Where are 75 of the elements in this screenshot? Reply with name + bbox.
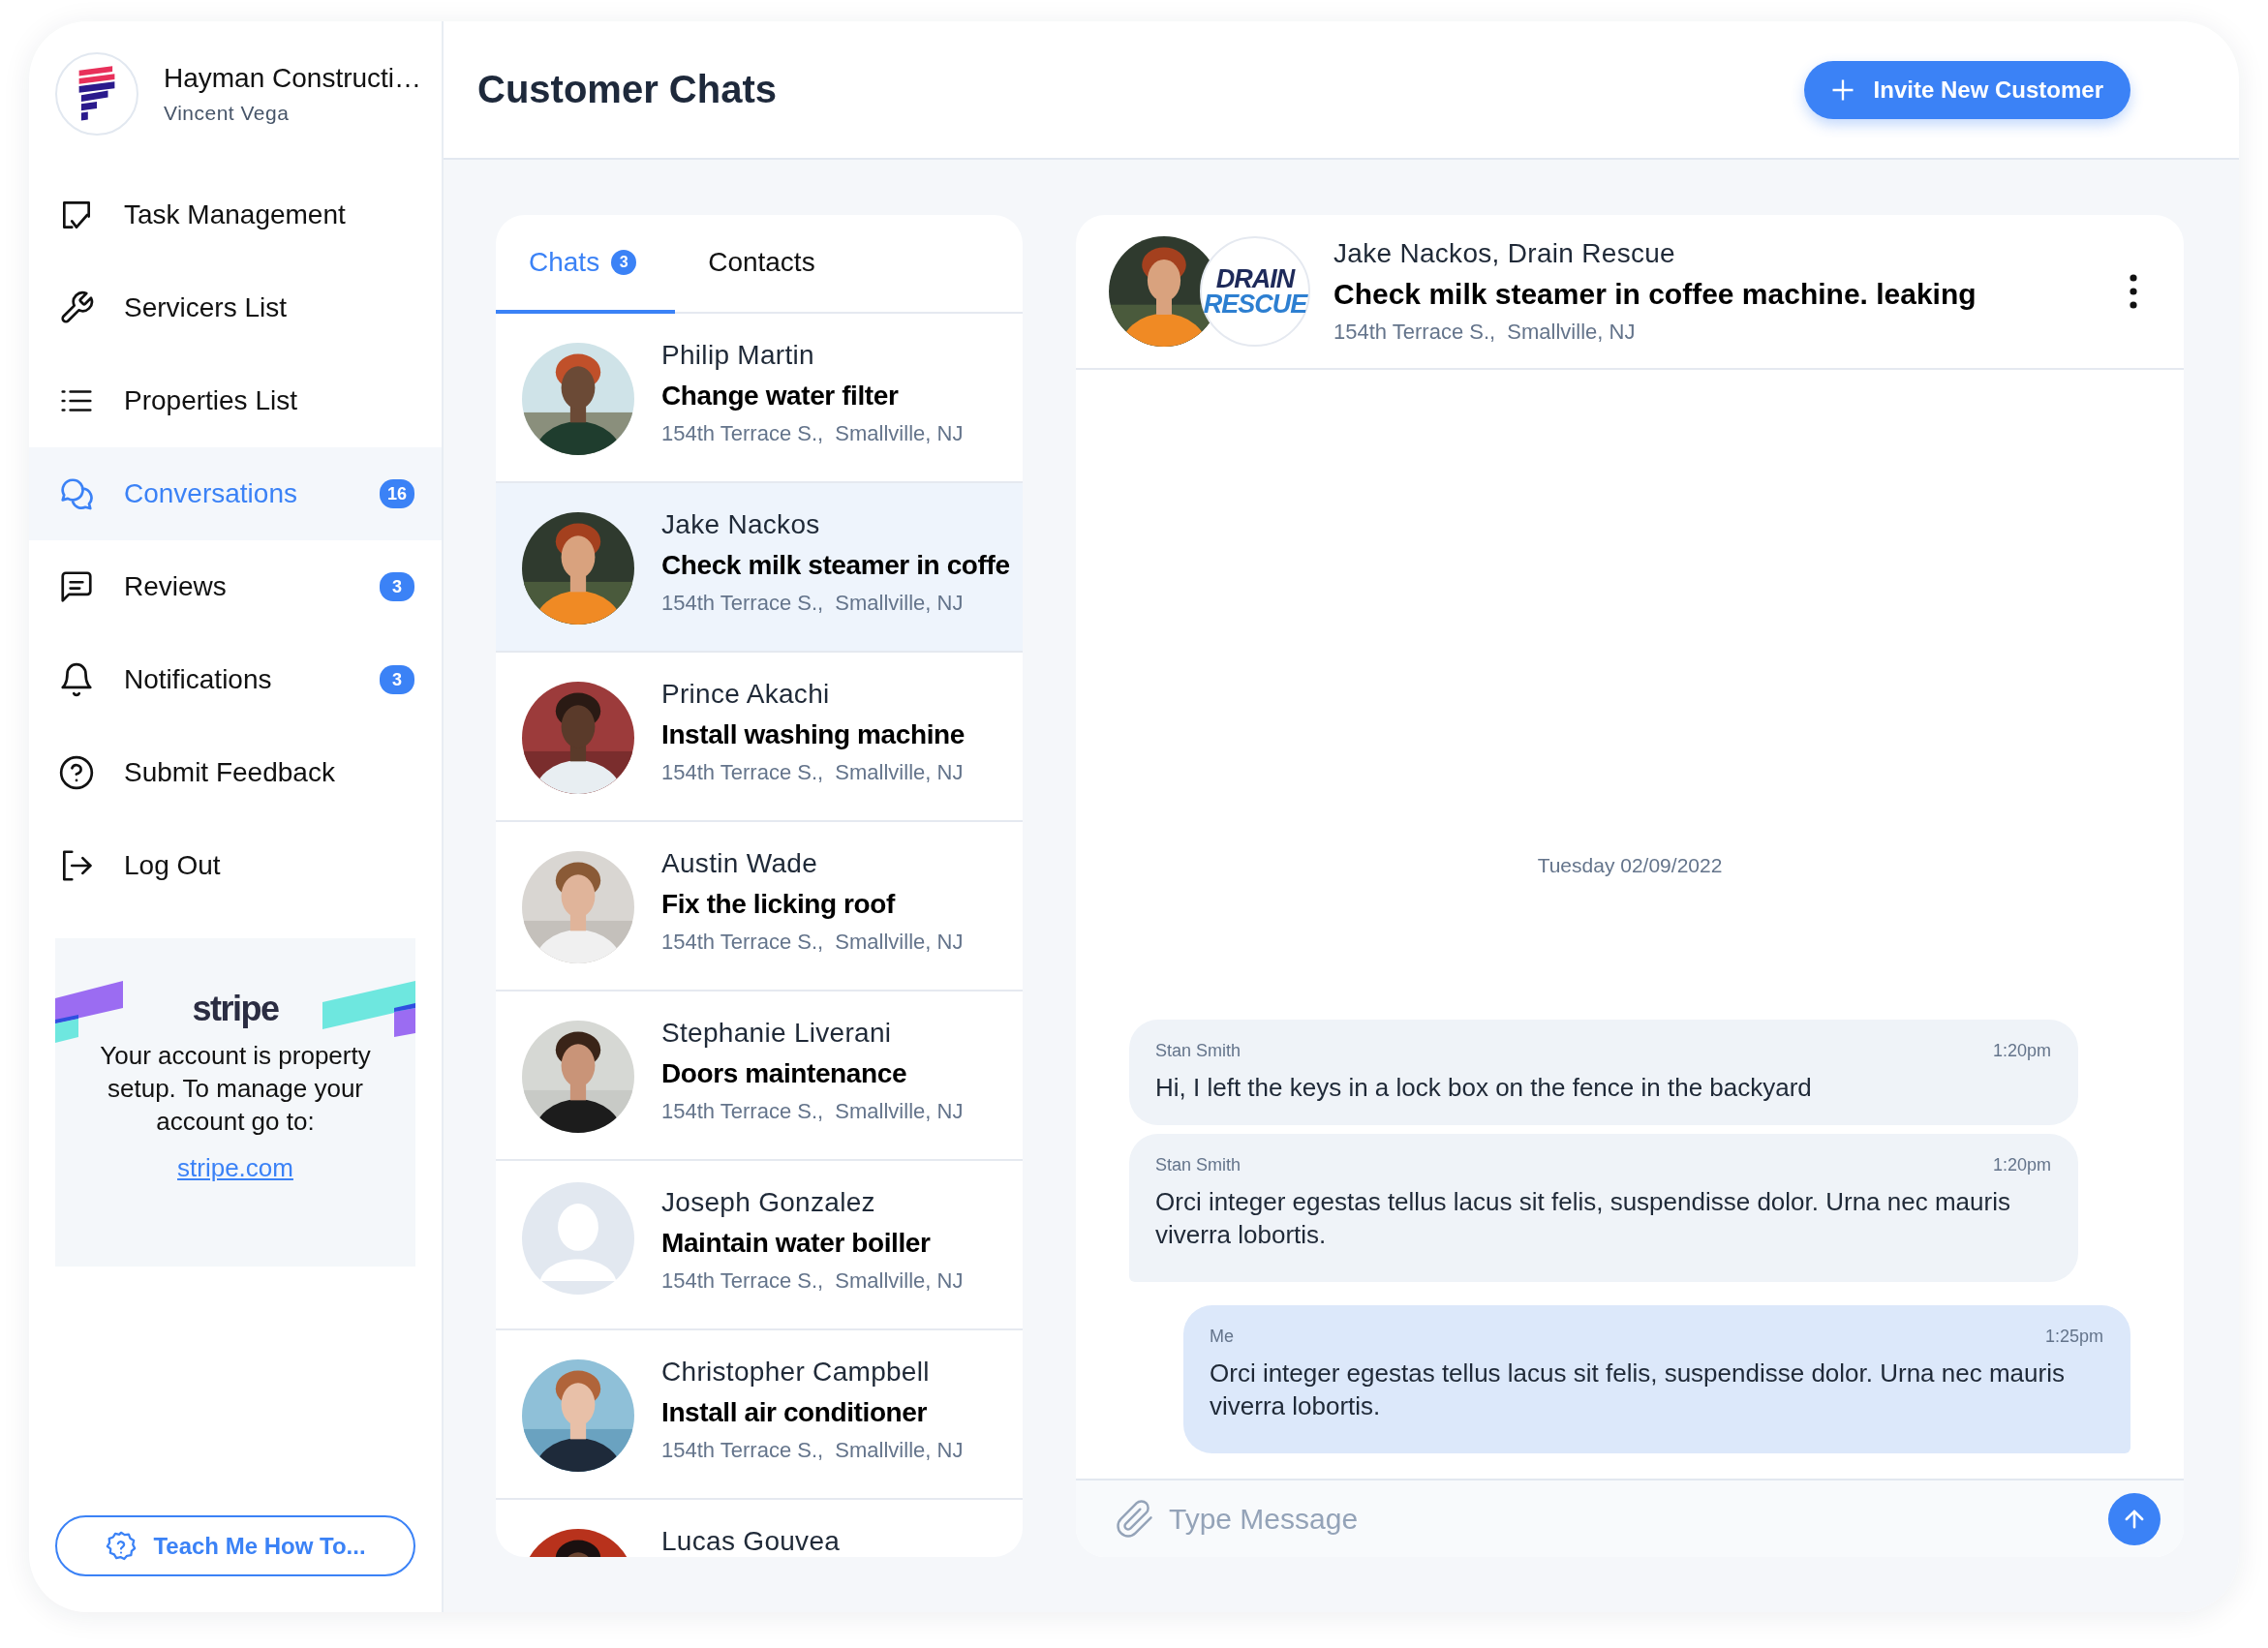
date-label: Tuesday 02/09/2022 xyxy=(1537,854,1723,877)
nav-item[interactable]: Notifications 3 xyxy=(29,633,442,726)
contact-name: Austin Wade xyxy=(661,847,818,880)
message-input[interactable]: Type Message xyxy=(1169,1497,2095,1541)
nav-item[interactable]: Task Management xyxy=(29,168,442,261)
sender-name: Stan Smith xyxy=(1155,1041,1241,1061)
address: 154th Terrace S., Smallville, NJ xyxy=(661,590,965,617)
message-text: Orci integer egestas tellus lacus sit felis, suspendisse dolor. Urna nec mauris viverra lobortis. xyxy=(1155,1186,2011,1251)
chat-item[interactable]: Austin Wade Fix the licking roof 154th Terrace S., Smallville, NJ xyxy=(496,822,1023,992)
contact-name: Philip Martin xyxy=(661,339,815,372)
message-icon xyxy=(58,568,95,605)
chat-title: Install air conditioner xyxy=(661,1396,928,1429)
address: 154th Terrace S., Smallville, NJ xyxy=(661,929,964,956)
nav-item[interactable]: Log Out xyxy=(29,819,442,912)
contact-name: Stephanie Liverani xyxy=(661,1017,893,1050)
message-text: Orci integer egestas tellus lacus sit felis, suspendisse dolor. Urna nec mauris viverra lobortis. xyxy=(1210,1358,2066,1422)
address: 154th Terrace S., Smallville, NJ xyxy=(661,420,964,447)
nav-item[interactable]: Servicers List xyxy=(29,261,442,354)
chat-title: Check milk steamer in coffe xyxy=(661,549,1010,582)
nav-item[interactable]: Properties List xyxy=(29,354,442,447)
count-badge: 16 xyxy=(380,479,414,508)
chat-item[interactable]: Christopher Campbell Install air conditioner 154th Terrace S., Smallville, NJ xyxy=(496,1330,1023,1500)
chat-title: Install washing machine xyxy=(661,718,965,751)
sender-name: Stan Smith xyxy=(1155,1155,1241,1175)
chat-title: Maintain water boiller xyxy=(661,1227,932,1260)
help-icon xyxy=(105,1529,138,1563)
contact-name: Prince Akachi xyxy=(661,678,831,711)
send-button[interactable] xyxy=(2108,1492,2161,1545)
logo-word: RESCUE xyxy=(1203,291,1307,317)
chat-item[interactable]: Joseph Gonzalez Maintain water boiller 154th Terrace S., Smallville, NJ xyxy=(496,1161,1023,1330)
address: 154th Terrace S., Smallville, NJ xyxy=(661,1098,964,1125)
contact-name: Lucas Gouvea xyxy=(661,1525,841,1557)
message-time: 1:20pm xyxy=(1992,1155,2051,1175)
chat-item[interactable]: Stephanie Liverani Doors maintenance 154th Terrace S., Smallville, NJ xyxy=(496,992,1023,1161)
sender-name: Me xyxy=(1210,1327,1234,1347)
nav-item[interactable]: Conversations 16 xyxy=(29,447,442,540)
message-text: Hi, I left the keys in a lock box on the fence in the backyard xyxy=(1155,1072,1813,1104)
contact-name: Jake Nackos xyxy=(661,508,821,541)
message-time: 1:20pm xyxy=(1992,1041,2051,1061)
chat-item[interactable]: Lucas Gouvea xyxy=(496,1500,1023,1557)
chat-bubbles-icon xyxy=(58,475,95,512)
logo-word: DRAIN xyxy=(1215,266,1295,291)
page-title: Customer Chats xyxy=(477,68,777,111)
chat-title: Fix the licking roof xyxy=(661,888,897,921)
wrench-icon xyxy=(58,290,95,326)
message-time: 1:25pm xyxy=(2044,1327,2103,1347)
company-name: Hayman Constructi… xyxy=(164,63,422,94)
count-badge: 3 xyxy=(380,665,414,694)
address: 154th Terrace S., Smallville, NJ xyxy=(661,1267,964,1295)
chat-item[interactable]: Jake Nackos Check milk steamer in coffe 154th Terrace S., Smallville, NJ xyxy=(496,483,1023,653)
address: 154th Terrace S., Smallville, NJ xyxy=(661,759,965,786)
nav-item[interactable]: Reviews 3 xyxy=(29,540,442,633)
chat-title: Check milk steamer in coffee machine. leaking xyxy=(1333,277,1977,312)
user-name: Vincent Vega xyxy=(164,102,291,125)
contact-name: Joseph Gonzalez xyxy=(661,1186,876,1219)
message-field[interactable]: Type Message xyxy=(1076,1479,2184,1557)
avatar-icon xyxy=(522,1182,634,1295)
contact-name: Jake Nackos, Drain Rescue xyxy=(1333,237,1676,270)
teach-me-button[interactable]: Teach Me How To... xyxy=(55,1515,415,1576)
nav-item[interactable]: Submit Feedback xyxy=(29,726,442,819)
chat-item[interactable]: Prince Akachi Install washing machine 154th Terrace S., Smallville, NJ xyxy=(496,653,1023,822)
tab[interactable]: Contacts xyxy=(675,215,854,314)
stripe-logo: stripe xyxy=(192,989,279,1029)
chat-title: Change water filter xyxy=(661,380,900,412)
account-message: Your account is property setup. To manage your account go to: xyxy=(99,1040,372,1138)
chat-title: Doors maintenance xyxy=(661,1057,908,1090)
tab[interactable]: Chats 3 xyxy=(496,215,676,314)
address: 154th Terrace S., Smallville, NJ xyxy=(1333,319,1637,346)
count-badge: 3 xyxy=(380,572,414,601)
invite-button[interactable]: Invite New Customer xyxy=(1803,60,2130,119)
help-icon xyxy=(58,754,95,791)
count-badge: 3 xyxy=(611,250,637,275)
contact-name: Christopher Campbell xyxy=(661,1356,931,1389)
paperclip-icon[interactable] xyxy=(1115,1498,1155,1540)
address: 154th Terrace S., Smallville, NJ xyxy=(661,1437,964,1464)
